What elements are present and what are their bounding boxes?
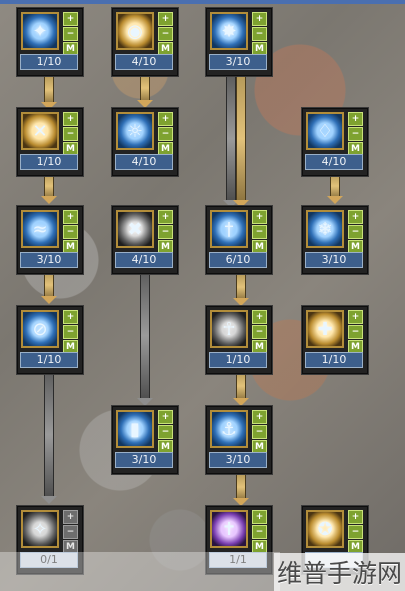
skill-slot[interactable]: ◉ + − M 4/10 [112, 8, 178, 76]
plus-button[interactable]: + [348, 210, 363, 224]
tree-connector [223, 76, 239, 208]
skill-level: 3/10 [305, 252, 363, 268]
minus-button[interactable]: − [348, 525, 363, 539]
tree-connector [233, 372, 249, 406]
golden-seal-icon[interactable]: ✪ [306, 510, 344, 548]
plus-button[interactable]: + [252, 12, 267, 26]
skill-slot[interactable]: ✦ + − M 1/10 [17, 8, 83, 76]
tree-connector [41, 372, 57, 504]
skill-level: 4/10 [115, 54, 173, 70]
plus-button[interactable]: + [158, 112, 173, 126]
minus-button[interactable]: − [158, 425, 173, 439]
anchor-rune-icon[interactable]: ⚓ [210, 410, 248, 448]
plus-button[interactable]: + [158, 12, 173, 26]
skill-slot[interactable]: ✚ + − M 1/10 [302, 306, 368, 374]
ankh-icon[interactable]: ☥ [210, 310, 248, 348]
plus-button[interactable]: + [348, 510, 363, 524]
skill-level: 1/10 [20, 154, 78, 170]
tree-connector [41, 76, 57, 110]
minus-button[interactable]: − [63, 27, 78, 41]
angel-aura-icon[interactable]: ♢ [306, 112, 344, 150]
tree-connector [233, 274, 249, 306]
frost-orb-icon[interactable]: ✦ [21, 12, 59, 50]
skill-slot[interactable]: ✕ + − M 1/10 [17, 108, 83, 176]
skill-level: 1/10 [305, 352, 363, 368]
skill-level: 4/10 [115, 154, 173, 170]
frost-guard-icon[interactable]: ❄ [306, 210, 344, 248]
tree-connector [233, 76, 249, 208]
minus-button[interactable]: − [63, 325, 78, 339]
shadow-rune-icon[interactable]: ✧ [21, 510, 59, 548]
tree-connector [327, 174, 343, 204]
spirit-aura-icon[interactable]: ☼ [116, 112, 154, 150]
skill-slot[interactable]: ▮ + − M 3/10 [112, 406, 178, 474]
minus-button[interactable]: − [348, 225, 363, 239]
skill-slot[interactable]: ✖ + − M 4/10 [112, 206, 178, 274]
holy-glow-icon[interactable]: ◉ [116, 12, 154, 50]
skill-level: 3/10 [209, 54, 267, 70]
minus-button[interactable]: − [252, 525, 267, 539]
plus-button[interactable]: + [63, 510, 78, 524]
skill-level: 6/10 [209, 252, 267, 268]
minus-button[interactable]: − [63, 525, 78, 539]
minus-button[interactable]: − [158, 27, 173, 41]
minus-button[interactable]: − [158, 225, 173, 239]
skill-slot[interactable]: ♢ + − M 4/10 [302, 108, 368, 176]
skill-level: 1/10 [209, 352, 267, 368]
minus-button[interactable]: − [252, 425, 267, 439]
skill-level: 3/10 [20, 252, 78, 268]
minus-button[interactable]: − [63, 127, 78, 141]
plus-button[interactable]: + [252, 310, 267, 324]
skill-slot[interactable]: ⚓ + − M 3/10 [206, 406, 272, 474]
plus-button[interactable]: + [348, 310, 363, 324]
minus-button[interactable]: − [158, 127, 173, 141]
minus-button[interactable]: − [348, 127, 363, 141]
tree-connector [137, 272, 153, 406]
sacred-cross-icon[interactable]: ✝ [210, 510, 248, 548]
minus-button[interactable]: − [348, 325, 363, 339]
skill-slot[interactable]: ☼ + − M 4/10 [112, 108, 178, 176]
tree-connector [233, 474, 249, 506]
skill-slot[interactable]: ☥ + − M 1/10 [206, 306, 272, 374]
skill-slot[interactable]: ✸ + − M 3/10 [206, 8, 272, 76]
minus-button[interactable]: − [252, 325, 267, 339]
skill-level: 3/10 [115, 452, 173, 468]
skill-slot[interactable]: † + − M 6/10 [206, 206, 272, 274]
plus-button[interactable]: + [252, 210, 267, 224]
tree-connector [137, 74, 153, 108]
water-rune-icon[interactable]: ⊘ [21, 310, 59, 348]
skill-level: 3/10 [209, 452, 267, 468]
minus-button[interactable]: − [252, 27, 267, 41]
wind-slash-icon[interactable]: ≈ [21, 210, 59, 248]
skill-level: 4/10 [115, 252, 173, 268]
plus-button[interactable]: + [63, 310, 78, 324]
skill-slot[interactable]: ❄ + − M 3/10 [302, 206, 368, 274]
tree-connector [41, 174, 57, 204]
minus-button[interactable]: − [63, 225, 78, 239]
tree-connector [41, 272, 57, 304]
plus-button[interactable]: + [252, 410, 267, 424]
minus-button[interactable]: − [252, 225, 267, 239]
skill-slot[interactable]: ⊘ + − M 1/10 [17, 306, 83, 374]
sword-light-icon[interactable]: † [210, 210, 248, 248]
plus-button[interactable]: + [63, 12, 78, 26]
ice-burst-icon[interactable]: ✸ [210, 12, 248, 50]
plus-button[interactable]: + [158, 210, 173, 224]
skill-level: 1/10 [20, 352, 78, 368]
skill-level: 1/10 [20, 54, 78, 70]
ice-pillar-icon[interactable]: ▮ [116, 410, 154, 448]
watermark-text: 维普手游网 [274, 553, 405, 591]
plus-button[interactable]: + [348, 112, 363, 126]
watermark-band [0, 552, 280, 591]
skill-slot[interactable]: ≈ + − M 3/10 [17, 206, 83, 274]
skill-level: 4/10 [305, 154, 363, 170]
window-top-border [0, 0, 405, 4]
plus-button[interactable]: + [252, 510, 267, 524]
plus-button[interactable]: + [63, 210, 78, 224]
cross-seal-icon[interactable]: ✕ [21, 112, 59, 150]
plus-button[interactable]: + [63, 112, 78, 126]
x-strike-icon[interactable]: ✖ [116, 210, 154, 248]
holy-cross-icon[interactable]: ✚ [306, 310, 344, 348]
plus-button[interactable]: + [158, 410, 173, 424]
